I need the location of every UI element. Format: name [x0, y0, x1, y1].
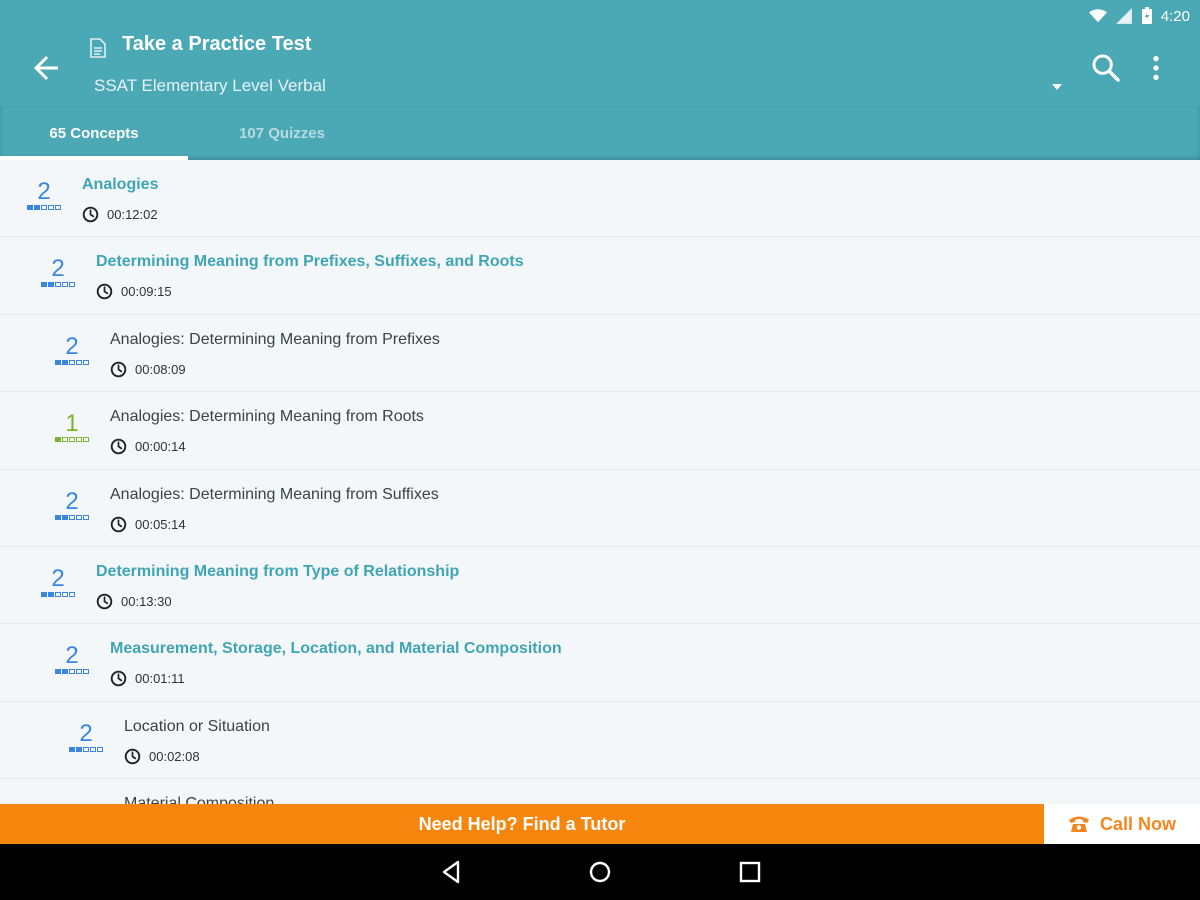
status-time: 4:20 — [1160, 7, 1190, 25]
concept-row[interactable]: 2 Analogies: Determining Meaning from Suf… — [0, 470, 1200, 547]
level-badge: 2 — [38, 255, 78, 288]
duration: 00:12:02 — [82, 206, 158, 223]
tab-quizzes[interactable]: 107 Quizzes — [188, 106, 376, 160]
duration-text: 00:13:30 — [121, 593, 172, 609]
wifi-icon — [1088, 9, 1107, 23]
concept-row[interactable]: 2 Measurement, Storage, Location, and Mat… — [0, 624, 1200, 702]
battery-icon — [1141, 7, 1152, 24]
document-icon — [90, 38, 106, 58]
duration: 00:08:09 — [110, 361, 186, 378]
level-badge: 2 — [52, 642, 92, 675]
topic-title: Determining Meaning from Prefixes, Suffi… — [96, 253, 524, 271]
duration-text: 00:09:15 — [121, 284, 172, 300]
level-number: 2 — [79, 719, 93, 747]
concept-row[interactable]: 2 Determining Meaning from Prefixes, Suff… — [0, 237, 1200, 315]
duration: 00:00:14 — [110, 438, 186, 455]
concept-row[interactable]: 2 Analogies 00:12:02 — [0, 160, 1200, 238]
dropdown-caret-icon[interactable] — [1050, 82, 1064, 92]
duration: 00:02:08 — [124, 748, 200, 765]
level-meter — [52, 359, 92, 365]
app-screen: 4:20 Take a Practice Test SSAT Elementar… — [0, 0, 1200, 900]
course-subtitle[interactable]: SSAT Elementary Level Verbal — [94, 76, 326, 96]
clock-icon — [110, 361, 127, 378]
level-number: 2 — [51, 255, 65, 283]
level-meter — [52, 514, 92, 520]
clock-icon — [82, 206, 99, 223]
concept-title: Analogies: Determining Meaning from Root… — [110, 408, 424, 426]
search-icon[interactable] — [1090, 52, 1122, 84]
duration-text: 00:00:14 — [135, 439, 186, 455]
level-number: 2 — [65, 332, 79, 360]
signal-icon — [1115, 8, 1132, 24]
level-number: 2 — [37, 178, 51, 205]
concept-title: Location or Situation — [124, 717, 270, 735]
concept-row[interactable]: 2 Determining Meaning from Type of Relati… — [0, 547, 1200, 625]
concept-row[interactable]: 2 Analogies: Determining Meaning from Pre… — [0, 315, 1200, 393]
level-meter — [38, 591, 78, 597]
more-options-icon[interactable] — [1144, 52, 1168, 84]
level-badge: 2 — [52, 487, 92, 520]
level-number: 2 — [65, 487, 79, 515]
clock-icon — [96, 593, 113, 610]
clock-icon — [110, 516, 127, 532]
duration-text: 00:05:14 — [135, 516, 186, 532]
duration-text: 00:02:08 — [149, 748, 200, 764]
duration: 00:09:15 — [96, 283, 172, 300]
level-meter — [66, 746, 106, 752]
tab-concepts[interactable]: 65 Concepts — [0, 106, 188, 160]
duration-text: 00:12:02 — [107, 207, 158, 222]
clock-icon — [96, 284, 113, 300]
concept-row[interactable]: 1 Analogies: Determining Meaning from Roo… — [0, 392, 1200, 470]
level-number: 1 — [65, 410, 79, 438]
app-bar: 4:20 Take a Practice Test SSAT Elementar… — [0, 0, 1200, 106]
clock-icon — [110, 671, 127, 687]
duration: 00:05:14 — [110, 516, 186, 533]
page-title: Take a Practice Test — [122, 33, 312, 55]
status-bar: 4:20 — [1088, 4, 1190, 28]
call-now-button[interactable]: Call Now — [1044, 804, 1200, 844]
system-nav-bar — [0, 844, 1200, 900]
level-number: 2 — [51, 564, 65, 592]
level-meter — [52, 437, 92, 443]
nav-back-icon[interactable] — [438, 858, 466, 886]
clock-icon — [124, 748, 141, 764]
level-badge: 2 — [66, 719, 106, 752]
call-now-label: Call Now — [1099, 813, 1176, 834]
level-badge: 2 — [38, 564, 78, 597]
level-badge: 1 — [52, 410, 92, 443]
back-arrow-icon[interactable] — [28, 50, 64, 86]
concept-row[interactable]: Material Composition — [0, 779, 1200, 804]
duration-text: 00:08:09 — [135, 361, 186, 377]
nav-home-icon[interactable] — [586, 858, 614, 886]
duration-text: 00:01:11 — [135, 671, 185, 687]
concept-title: Analogies: Determining Meaning from Pref… — [110, 330, 440, 348]
topic-title: Analogies — [82, 176, 159, 193]
concept-title: Material Composition — [124, 795, 275, 804]
topic-title: Determining Meaning from Type of Relatio… — [96, 562, 460, 580]
level-number: 2 — [65, 642, 79, 670]
level-badge: 2 — [24, 180, 64, 210]
concept-title: Analogies: Determining Meaning from Suff… — [110, 485, 439, 503]
level-meter — [24, 205, 64, 210]
tab-bar: 65 Concepts 107 Quizzes — [0, 106, 1200, 160]
clock-icon — [110, 438, 127, 455]
topic-title: Measurement, Storage, Location, and Mate… — [110, 640, 562, 658]
level-meter — [52, 669, 92, 675]
level-meter — [38, 282, 78, 288]
concept-row[interactable]: 2 Location or Situation 00:02:08 — [0, 702, 1200, 780]
duration: 00:01:11 — [110, 670, 185, 687]
level-badge: 2 — [52, 332, 92, 365]
find-tutor-button[interactable]: Need Help? Find a Tutor — [0, 804, 1044, 844]
nav-recents-icon[interactable] — [736, 858, 764, 886]
concept-list: 2 Analogies 00:12:02 2 Determining Meaning f… — [0, 160, 1200, 804]
phone-icon — [1068, 816, 1089, 832]
duration: 00:13:30 — [96, 593, 172, 610]
